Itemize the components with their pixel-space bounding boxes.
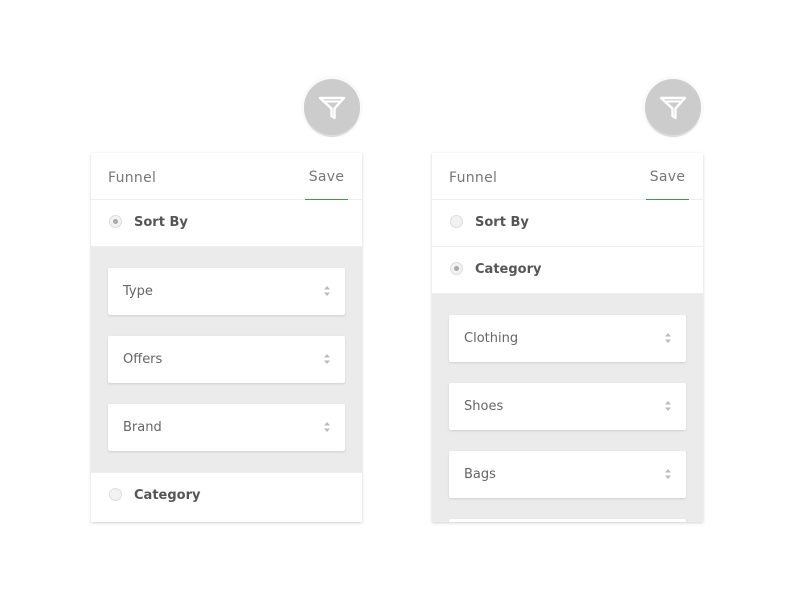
save-button[interactable]: Save <box>646 153 689 200</box>
radio-sort-by[interactable] <box>450 215 463 228</box>
panel-title: Funnel <box>108 170 157 186</box>
select-label: Brand <box>123 420 162 435</box>
updown-arrows-icon <box>665 401 671 411</box>
select-label: Offers <box>123 352 163 367</box>
select-shoes[interactable]: Shoes <box>449 383 686 430</box>
select-label: Clothing <box>464 331 519 346</box>
option-category[interactable]: Category <box>432 247 703 294</box>
radio-sort-by[interactable] <box>109 215 122 228</box>
panel-header: Funnel Save <box>432 153 703 200</box>
filter-button-left[interactable] <box>304 79 360 135</box>
sort-by-options: Type Offers Brand <box>91 247 362 472</box>
save-button[interactable]: Save <box>305 153 348 200</box>
option-label: Sort By <box>475 215 529 230</box>
filter-button-right[interactable] <box>645 79 701 135</box>
radio-category[interactable] <box>450 262 463 275</box>
select-offers[interactable]: Offers <box>108 336 345 383</box>
option-category[interactable]: Category <box>91 472 362 519</box>
select-type[interactable]: Type <box>108 268 345 315</box>
select-bags[interactable]: Bags <box>449 451 686 498</box>
updown-arrows-icon <box>324 422 330 432</box>
option-sort-by[interactable]: Sort By <box>432 200 703 247</box>
option-sort-by[interactable]: Sort By <box>91 200 362 247</box>
funnel-panel-left: Funnel Save Sort By Type Offers Brand Ca… <box>91 153 362 522</box>
option-label: Category <box>134 488 201 503</box>
select-label: Bags <box>464 467 496 482</box>
updown-arrows-icon <box>665 469 671 479</box>
panel-header: Funnel Save <box>91 153 362 200</box>
funnel-icon <box>318 96 346 120</box>
radio-category[interactable] <box>109 488 122 501</box>
select-brand[interactable]: Brand <box>108 404 345 451</box>
option-label: Category <box>475 262 542 277</box>
updown-arrows-icon <box>665 333 671 343</box>
stage: Funnel Save Sort By Type Offers Brand Ca… <box>0 0 800 600</box>
panel-title: Funnel <box>449 170 498 186</box>
category-options: Clothing Shoes Bags <box>432 294 703 522</box>
updown-arrows-icon <box>324 286 330 296</box>
updown-arrows-icon <box>324 354 330 364</box>
funnel-panel-right: Funnel Save Sort By Category Clothing Sh… <box>432 153 703 522</box>
select-label: Type <box>123 284 153 299</box>
funnel-icon <box>659 96 687 120</box>
select-label: Shoes <box>464 399 504 414</box>
select-more[interactable] <box>449 519 686 522</box>
option-label: Sort By <box>134 215 188 230</box>
select-clothing[interactable]: Clothing <box>449 315 686 362</box>
